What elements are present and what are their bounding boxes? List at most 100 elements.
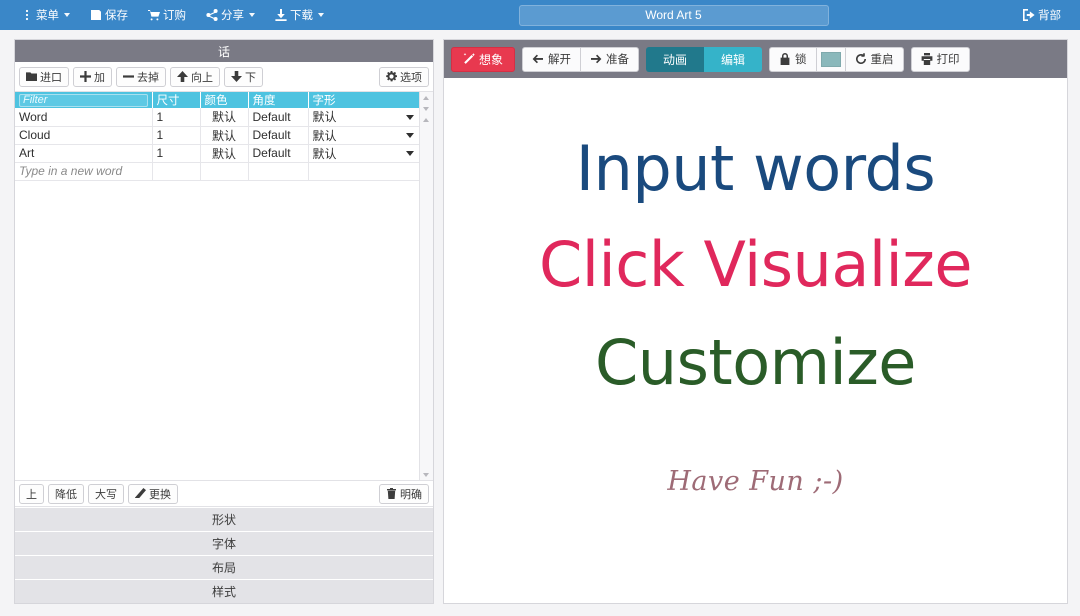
tab-edit[interactable]: 编辑 (704, 46, 763, 72)
cell-size[interactable]: 1 (152, 144, 201, 163)
column-header-font[interactable]: 字形 (308, 92, 419, 108)
accordion-item-shape[interactable]: 形状 (15, 507, 433, 531)
cell-word[interactable]: Art (15, 144, 153, 163)
filter-input[interactable] (19, 93, 148, 107)
cell-angle[interactable]: Default (248, 126, 309, 145)
add-word-button-label: 加 (94, 71, 105, 84)
options-button[interactable]: 选项 (379, 66, 429, 87)
undo-redo-group: 解开 准备 (522, 46, 640, 72)
download-button[interactable]: 下载 (266, 4, 333, 26)
background-color-button[interactable] (815, 46, 846, 72)
table-row[interactable]: Word 1 默认 Default 默认 (15, 108, 419, 127)
cell-word[interactable]: Word (15, 108, 153, 127)
chevron-down-icon[interactable] (405, 133, 414, 138)
cell-word[interactable]: Cloud (15, 126, 153, 145)
cell-font[interactable]: 默认 (308, 126, 419, 145)
add-word-button[interactable]: 加 (73, 66, 112, 87)
document-title-input[interactable] (518, 4, 829, 26)
replace-label: 更换 (149, 488, 171, 501)
new-row-font-cell[interactable] (308, 162, 419, 181)
tab-edit-label: 编辑 (721, 52, 746, 67)
chevron-down-icon[interactable] (405, 114, 414, 120)
cell-font[interactable]: 默认 (308, 144, 419, 163)
column-header-size[interactable]: 尺寸 (152, 92, 201, 108)
tab-animate-label: 动画 (663, 52, 688, 67)
cell-angle[interactable]: Default (248, 144, 309, 163)
cloud-word[interactable]: Input words (576, 138, 936, 200)
lowercase-button[interactable]: 降低 (48, 483, 84, 504)
scroll-up-icon[interactable] (420, 92, 433, 103)
table-scrollbar[interactable] (418, 92, 433, 480)
print-button[interactable]: 打印 (910, 46, 970, 72)
uppercase-first-button[interactable]: 上 (19, 483, 44, 504)
redo-button[interactable]: 准备 (580, 46, 640, 72)
scroll-down-icon[interactable] (420, 103, 433, 114)
cloud-word[interactable]: Customize (595, 332, 916, 394)
clear-button[interactable]: 明确 (379, 483, 429, 504)
capitalize-button[interactable]: 大写 (88, 483, 124, 504)
accordion-item-layout[interactable]: 布局 (15, 555, 433, 579)
words-panel: 话 进口 加 去掉 向上 下 选项 Filter 尺寸 颜色 角度 字形 Wor… (14, 39, 434, 604)
scrollbar-track[interactable] (420, 125, 433, 469)
minus-icon (123, 71, 134, 82)
settings-accordion: 形状 字体 布局 样式 (15, 507, 433, 603)
chevron-down-icon[interactable] (405, 151, 414, 156)
share-icon (206, 9, 218, 21)
plus-icon (80, 71, 91, 82)
import-button[interactable]: 进口 (19, 66, 69, 87)
scroll-page-up-icon[interactable] (420, 114, 433, 125)
words-table-body: Word 1 默认 Default 默认 Cloud 1 默认 Default … (15, 108, 419, 181)
uppercase-first-label: 上 (26, 488, 37, 501)
accordion-item-style[interactable]: 样式 (15, 579, 433, 603)
chevron-down-icon (318, 13, 324, 17)
accordion-label-layout: 布局 (211, 561, 236, 575)
visualize-button-label: 想象 (479, 52, 504, 67)
column-header-angle[interactable]: 角度 (248, 92, 309, 108)
new-row-angle-cell[interactable] (248, 162, 309, 181)
arrow-up-icon (177, 71, 188, 82)
table-row[interactable]: Art 1 默认 Default 默认 (15, 144, 419, 163)
remove-word-button[interactable]: 去掉 (116, 66, 166, 87)
accordion-item-font[interactable]: 字体 (15, 531, 433, 555)
save-button[interactable]: 保存 (81, 4, 137, 26)
cell-size[interactable]: 1 (152, 108, 201, 127)
back-button[interactable]: 背部 (1014, 4, 1070, 26)
move-down-button-label: 下 (245, 71, 256, 84)
undo-button[interactable]: 解开 (522, 46, 582, 72)
reset-button[interactable]: 重启 (844, 46, 904, 72)
navbar-menu-group: 菜单 保存 订购 分享 下载 (12, 4, 333, 26)
canvas-panel: 想象 解开 准备 动画 编辑 锁 重启 打印 Input words Click… (443, 39, 1068, 604)
words-table: 尺寸 颜色 角度 字形 Word 1 默认 Default (15, 92, 419, 181)
visualize-button[interactable]: 想象 (451, 46, 516, 72)
new-row-color-cell[interactable] (200, 162, 249, 181)
word-cloud-canvas[interactable]: Input words Click Visualize Customize Ha… (444, 78, 1067, 603)
cell-size[interactable]: 1 (152, 126, 201, 145)
order-button[interactable]: 订购 (139, 4, 195, 26)
share-button[interactable]: 分享 (197, 4, 264, 26)
navbar-right-group: 背部 (1014, 4, 1070, 26)
cell-angle[interactable]: Default (248, 108, 309, 127)
table-row[interactable]: Cloud 1 默认 Default 默认 (15, 126, 419, 145)
move-up-button[interactable]: 向上 (170, 66, 220, 87)
tab-animate[interactable]: 动画 (646, 46, 705, 72)
cell-font[interactable]: 默认 (308, 108, 419, 127)
lock-button[interactable]: 锁 (769, 46, 817, 72)
scroll-page-down-icon[interactable] (420, 469, 433, 480)
cloud-word[interactable]: Have Fun ;-) (667, 468, 843, 495)
replace-button[interactable]: 更换 (128, 483, 178, 504)
capitalize-label: 大写 (95, 488, 117, 501)
cloud-word[interactable]: Click Visualize (539, 234, 972, 296)
new-word-row[interactable]: Type in a new word (15, 162, 419, 181)
new-row-size-cell[interactable] (152, 162, 201, 181)
words-panel-title: 话 (217, 44, 230, 59)
move-down-button[interactable]: 下 (224, 66, 263, 87)
cell-color[interactable]: 默认 (200, 108, 249, 127)
menu-button[interactable]: 菜单 (12, 4, 79, 26)
accordion-label-font: 字体 (211, 537, 236, 551)
order-button-label: 订购 (163, 10, 186, 22)
cell-color[interactable]: 默认 (200, 144, 249, 163)
column-header-color[interactable]: 颜色 (200, 92, 249, 108)
arrow-down-icon (231, 71, 242, 82)
cell-color[interactable]: 默认 (200, 126, 249, 145)
new-word-input[interactable]: Type in a new word (15, 162, 153, 181)
